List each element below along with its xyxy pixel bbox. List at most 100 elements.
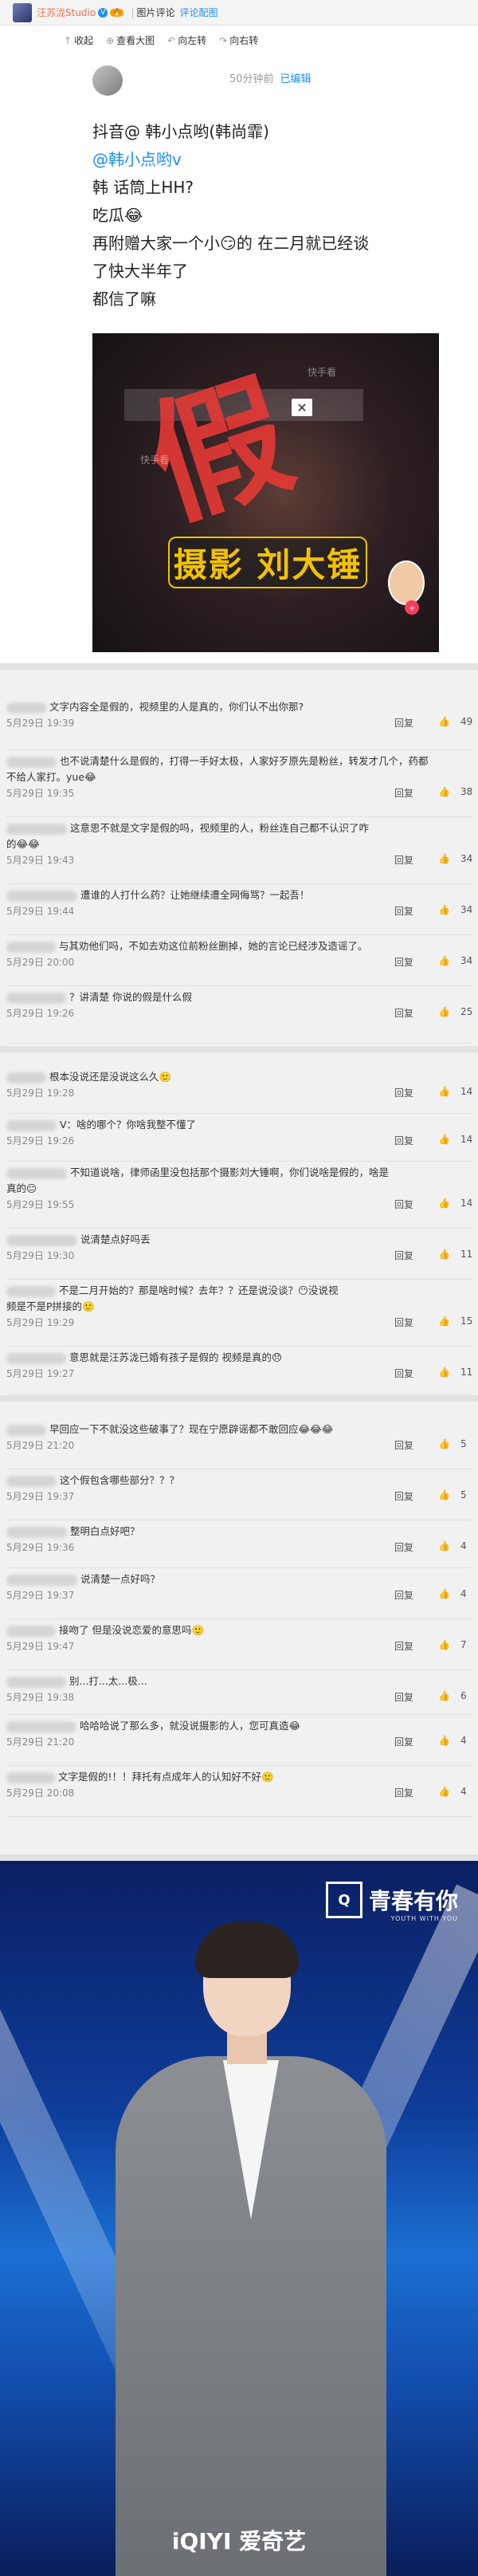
like-icon[interactable]: 👍 [438,786,450,797]
like-icon[interactable]: 👍 [438,1489,450,1500]
blurred-username[interactable] [6,941,56,953]
blurred-username[interactable] [6,1352,66,1364]
comment-text: 文字内容全是假的，视频里的人是真的，你们认不出你那? [6,698,304,714]
comment-date: 5月29日 19:28 [6,1087,75,1099]
blurred-username[interactable] [6,1676,66,1688]
like-icon[interactable]: 👍 [438,1316,450,1327]
reply-button[interactable]: 回复 [394,786,413,800]
fake-stamp: 假 [130,353,309,548]
comment-date: 5月29日 19:44 [6,906,75,917]
reply-button[interactable]: 回复 [394,1086,413,1099]
reply-button[interactable]: 回复 [394,716,413,730]
like-icon[interactable]: 👍 [438,1540,450,1551]
comment-date: 5月29日 19:38 [6,1692,75,1703]
like-icon[interactable]: 👍 [438,955,450,966]
row-separator [6,985,472,986]
comment-row: 不知道说啥，律师函里没包括那个摄影刘大锤啊，你们说啥是假的，啥是 真的😐 5月29日… [0,1164,478,1231]
like-icon[interactable]: 👍 [438,1367,450,1378]
like-icon[interactable]: 👍 [438,1086,450,1097]
blurred-username[interactable] [6,1721,76,1732]
blurred-username[interactable] [6,1625,56,1637]
comment-date: 5月29日 20:08 [6,1787,75,1799]
reply-button[interactable]: 回复 [394,1316,413,1329]
like-icon[interactable]: 👍 [438,1249,450,1260]
reply-button[interactable]: 回复 [394,1489,413,1503]
post-mention: @韩小点哟v [92,150,182,169]
reply-button[interactable]: 回复 [394,853,413,867]
comment-text: ？讲清楚 你说的假是什么假 [6,989,192,1004]
collapse-button[interactable]: ↑ 收起 [64,33,93,47]
like-icon[interactable]: 👍 [438,1588,450,1599]
comment-row: 整明白点好吧？ 5月29日 19:36 回复 👍 4 [0,1523,478,1571]
reply-button[interactable]: 回复 [394,955,413,969]
blurred-username[interactable] [6,1772,55,1784]
avatar[interactable] [13,2,32,22]
iqiyi-watermark: iQIYI 爱奇艺 [171,2528,307,2554]
comment-text: 遭谁的人打什么药？让她继续遭全网侮骂？一起吾！ [6,887,310,902]
comment-date: 5月29日 19:39 [6,718,75,729]
close-icon[interactable]: ✕ [292,399,312,416]
blurred-username[interactable] [6,1167,67,1179]
comment-date: 5月29日 19:35 [6,788,75,799]
like-icon[interactable]: 👍 [438,1786,450,1797]
post-meta: 50分钟前 已编辑 [229,70,311,85]
reply-button[interactable]: 回复 [394,1588,413,1602]
like-icon[interactable]: 👍 [438,1690,450,1701]
like-count: 14 [460,1086,473,1097]
username-link[interactable]: 汪苏泷Studio [37,6,96,19]
like-icon[interactable]: 👍 [438,853,450,864]
view-large-button[interactable]: ⊕ 查看大图 [106,33,155,47]
blurred-username[interactable] [6,823,67,835]
reply-button[interactable]: 回复 [394,1438,413,1452]
reply-button[interactable]: 回复 [394,1690,413,1704]
like-icon[interactable]: 👍 [438,1006,450,1017]
like-icon[interactable]: 👍 [438,1639,450,1650]
blurred-username[interactable] [6,1072,46,1083]
comment-text: 这个假包含哪些部分？？？ [6,1472,179,1487]
row-separator [6,1228,472,1229]
rotate-left-button[interactable]: ↶ 向左转 [167,33,206,47]
comment-text-continued: 的😂😂 [6,838,40,850]
blurred-username[interactable] [6,992,66,1004]
image-comment-link[interactable]: 图片评论 [137,6,175,19]
row-separator [6,1618,472,1619]
video-thumbnail[interactable]: 假 ✕ 快手看 快手看 摄影 刘大锤 + [92,333,439,652]
reply-button[interactable]: 回复 [394,1134,413,1147]
like-icon[interactable]: 👍 [438,1134,450,1145]
reply-button[interactable]: 回复 [394,1006,413,1020]
like-icon[interactable]: 👍 [438,1735,450,1746]
row-separator [6,1043,472,1044]
blurred-username[interactable] [6,1285,56,1297]
blurred-username[interactable] [6,702,46,714]
comment-date: 5月29日 19:37 [6,1590,75,1601]
blurred-username[interactable] [6,756,57,768]
reply-button[interactable]: 回复 [394,1249,413,1262]
like-icon[interactable]: 👍 [438,1438,450,1449]
blurred-username[interactable] [6,1475,57,1487]
rotate-right-button[interactable]: ↷ 向右转 [219,33,258,47]
level-badge: 🔥 [110,8,124,17]
reply-button[interactable]: 回复 [394,1540,413,1554]
separator: | [131,6,135,18]
blurred-username[interactable] [6,1119,57,1131]
reply-button[interactable]: 回复 [394,1198,413,1211]
follow-icon[interactable]: + [405,600,419,615]
blurred-username[interactable] [6,890,77,902]
like-icon[interactable]: 👍 [438,904,450,915]
post-line: 再附赠大家一个小😏的 在二月就已经谈 [92,234,370,253]
blurred-username[interactable] [6,1234,77,1246]
reply-button[interactable]: 回复 [394,1735,413,1748]
comment-image-link[interactable]: 评论配图 [180,6,218,19]
reply-button[interactable]: 回复 [394,1786,413,1799]
reply-button[interactable]: 回复 [394,1367,413,1380]
comment-date: 5月29日 19:43 [6,855,75,866]
comment-date: 5月29日 21:20 [6,1440,75,1451]
blurred-username[interactable] [6,1424,46,1436]
blurred-username[interactable] [6,1574,77,1586]
comment-text: 根本没说还是没说这么久🙂 [6,1068,171,1083]
reply-button[interactable]: 回复 [394,904,413,918]
reply-button[interactable]: 回复 [394,1639,413,1653]
like-icon[interactable]: 👍 [438,1198,450,1209]
blurred-username[interactable] [6,1526,67,1538]
like-icon[interactable]: 👍 [438,716,450,727]
